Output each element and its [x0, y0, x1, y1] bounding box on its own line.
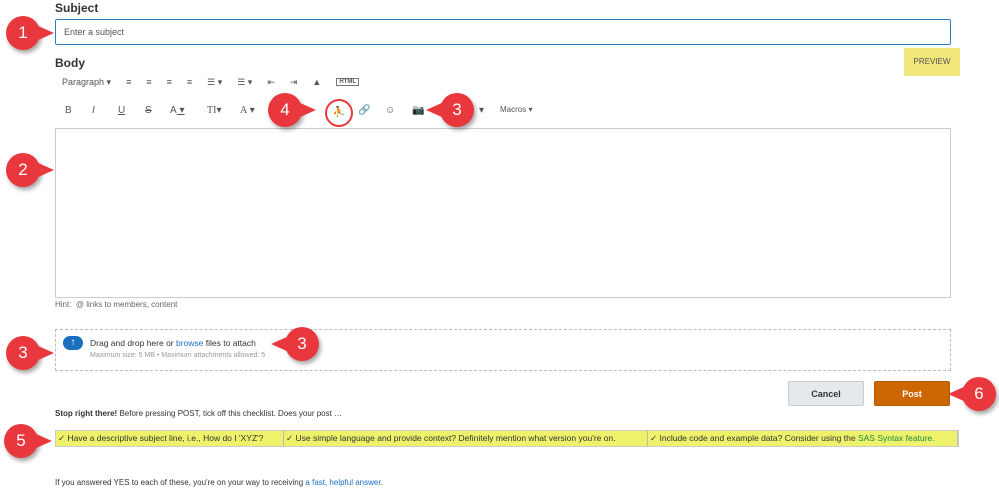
align-left-icon[interactable]: ≡ [126, 77, 131, 87]
numbered-list-icon[interactable]: ☰ ▾ [237, 77, 252, 88]
callout-6: 6 [948, 377, 996, 411]
hint: Hint: @ links to members, content [55, 300, 177, 309]
html-button[interactable]: HTML [336, 78, 359, 86]
callout-2: 2 [6, 153, 54, 187]
checklist-item: ✓ Include code and example data? Conside… [648, 431, 958, 446]
emoji-icon[interactable]: ☺ [385, 105, 395, 116]
checklist-item-text: ✓ Include code and example data? Conside… [650, 433, 858, 443]
warning-icon[interactable]: ▲ [312, 77, 321, 87]
attach-limits: Maximum size: 5 MB • Maximum attachments… [90, 352, 266, 359]
footer-end: . [380, 478, 383, 487]
indent-icon[interactable]: ⇥ [290, 77, 298, 88]
camera-icon[interactable]: 📷 [412, 105, 424, 116]
macros-label: Macros [500, 105, 527, 114]
outdent-icon[interactable]: ⇤ [267, 77, 275, 88]
paragraph-dropdown[interactable]: Paragraph ▾ [62, 77, 111, 88]
sas-syntax-link[interactable]: SAS Syntax feature. [858, 433, 935, 443]
paragraph-label: Paragraph [62, 76, 105, 87]
italic-button[interactable]: I [92, 105, 95, 116]
stop-bold: Stop right there! [55, 409, 118, 418]
font-button[interactable]: A ▾ [240, 105, 255, 116]
browse-link[interactable]: browse [176, 338, 203, 348]
font-color-button[interactable]: A ▾ [170, 105, 184, 116]
macros-dropdown[interactable]: Macros ▾ [500, 105, 532, 114]
upload-cloud-icon: ↑ [63, 336, 83, 350]
bold-button[interactable]: B [65, 105, 72, 116]
footer-text-main: If you answered YES to each of these, yo… [55, 478, 306, 487]
text-size-button[interactable]: TI▾ [207, 105, 221, 116]
callout-3: 3 [271, 327, 319, 361]
footer-text: If you answered YES to each of these, yo… [55, 478, 383, 487]
stop-text: Before pressing POST, tick off this chec… [117, 409, 343, 418]
subject-input[interactable]: Enter a subject [55, 19, 951, 45]
link-icon[interactable]: 🔗 [358, 105, 370, 116]
attach-text-before: Drag and drop here or [90, 338, 176, 348]
underline-button[interactable]: U [118, 105, 125, 116]
bullet-list-icon[interactable]: ☰ ▾ [207, 77, 222, 88]
text-size-label: TI [207, 104, 217, 116]
subject-label: Subject [55, 1, 99, 15]
attach-text-after: files to attach [203, 338, 256, 348]
body-editor[interactable] [55, 128, 951, 298]
checklist-item: ✓ Use simple language and provide contex… [284, 431, 648, 446]
callout-1: 1 [6, 16, 54, 50]
strikethrough-button[interactable]: S [145, 105, 152, 116]
cancel-button[interactable]: Cancel [788, 381, 864, 406]
attachment-dropzone[interactable]: ↑ Drag and drop here or browse files to … [55, 329, 951, 371]
align-center-icon[interactable]: ≡ [146, 77, 151, 87]
helpful-answer-link[interactable]: a fast, helpful answer [305, 478, 380, 487]
checklist-intro: Stop right there! Before pressing POST, … [55, 409, 342, 418]
align-right-icon[interactable]: ≡ [167, 77, 172, 87]
callout-3: 3 [6, 336, 54, 370]
attach-text: Drag and drop here or browse files to at… [90, 338, 256, 348]
preview-button[interactable]: PREVIEW [904, 48, 960, 76]
callout-3: 3 [426, 93, 474, 127]
body-label: Body [55, 56, 85, 70]
justify-icon[interactable]: ≡ [187, 77, 192, 87]
post-button[interactable]: Post [874, 381, 950, 406]
checklist-item: ✓ Have a descriptive subject line, i.e.,… [56, 431, 284, 446]
hint-text: @ links to members, content [75, 300, 178, 309]
callout-4: 4 [268, 93, 316, 127]
font-color-label: A [170, 104, 177, 116]
callout-5: 5 [4, 424, 52, 458]
checklist: ✓ Have a descriptive subject line, i.e.,… [55, 430, 959, 447]
font-label: A [240, 104, 248, 116]
insert-video-icon[interactable]: ⛹ [325, 99, 353, 127]
hint-label: Hint: [55, 300, 72, 309]
